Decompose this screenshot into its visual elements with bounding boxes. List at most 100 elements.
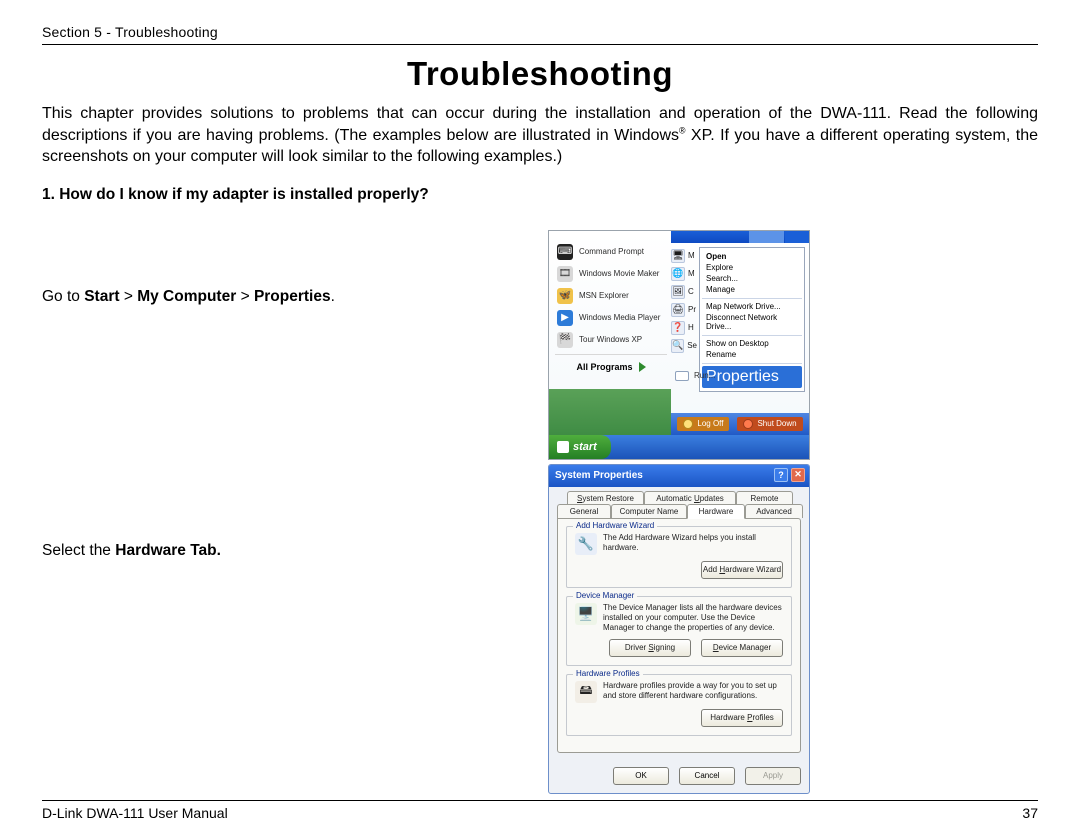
help-button[interactable]: ?: [774, 468, 788, 482]
hardware-profiles-button[interactable]: Hardware Profiles: [701, 709, 783, 727]
intro-paragraph: This chapter provides solutions to probl…: [42, 103, 1038, 168]
dialog-title-text: System Properties: [555, 470, 643, 481]
place-icon: 🔍: [671, 339, 684, 353]
tab-remote[interactable]: Remote: [736, 491, 793, 505]
start-menu-item[interactable]: 🎞 Windows Movie Maker: [555, 263, 667, 285]
context-menu-item[interactable]: Manage: [702, 284, 802, 295]
group-title: Hardware Profiles: [573, 669, 643, 678]
context-menu-item[interactable]: Explore: [702, 262, 802, 273]
places-item[interactable]: 🖼C: [671, 283, 697, 301]
start-menu-item-label: Windows Media Player: [579, 313, 660, 322]
page-number: 37: [1022, 805, 1038, 821]
tab-panel-hardware: Add Hardware Wizard 🔧 The Add Hardware W…: [557, 518, 801, 753]
start-menu-item-label: MSN Explorer: [579, 291, 629, 300]
group-title: Add Hardware Wizard: [573, 521, 657, 530]
footer-left: D-Link DWA-111 User Manual: [42, 805, 228, 821]
start-menu-item-label: Windows Movie Maker: [579, 269, 659, 278]
tab-computer-name[interactable]: Computer Name: [611, 504, 687, 518]
start-button[interactable]: start: [549, 435, 611, 459]
context-menu-item[interactable]: Map Network Drive...: [702, 301, 802, 312]
start-menu-left-pane: ⌨ Command Prompt 🎞 Windows Movie Maker 🦋 MSN …: [555, 241, 667, 378]
start-menu-item-label: Tour Windows XP: [579, 335, 642, 344]
app-icon: 🎞: [557, 266, 573, 282]
place-icon: ❓: [671, 321, 685, 335]
dialog-footer: OK Cancel Apply: [549, 761, 809, 793]
divider: [702, 363, 802, 364]
shutdown-button[interactable]: Shut Down: [737, 417, 802, 431]
place-icon: 🖥: [671, 249, 685, 263]
context-menu-item[interactable]: Rename: [702, 349, 802, 360]
app-icon: 🦋: [557, 288, 573, 304]
logoff-icon: [683, 419, 693, 429]
desktop-wallpaper: [549, 389, 671, 435]
chevron-right-icon: [639, 362, 646, 372]
places-item[interactable]: 🌐M: [671, 265, 697, 283]
start-menu-item-label: Command Prompt: [579, 247, 644, 256]
context-menu-item-properties[interactable]: Properties: [702, 366, 802, 388]
dialog-titlebar: System Properties ? ✕: [549, 465, 809, 487]
context-menu-item[interactable]: Search...: [702, 273, 802, 284]
hardware-profiles-icon: 🖴: [575, 681, 597, 703]
divider: [702, 335, 802, 336]
close-button[interactable]: ✕: [791, 468, 805, 482]
places-item[interactable]: 🔍Se: [671, 337, 697, 355]
place-icon: 🖨: [671, 303, 685, 317]
titlebar-segment: [749, 231, 784, 243]
tab-hardware[interactable]: Hardware: [687, 504, 745, 519]
divider: [555, 354, 667, 355]
app-icon: ⌨: [557, 244, 573, 260]
places-item[interactable]: 🖨Pr: [671, 301, 697, 319]
section-header: Section 5 - Troubleshooting: [42, 24, 1038, 40]
tab-advanced[interactable]: Advanced: [745, 504, 803, 518]
tab-automatic-updates[interactable]: Automatic Updates: [644, 491, 736, 505]
titlebar-segment: [785, 231, 809, 243]
add-hardware-wizard-button[interactable]: Add Hardware Wizard: [701, 561, 783, 579]
group-title: Device Manager: [573, 591, 637, 600]
context-icon-strip: 🖥M🌐M🖼C🖨Pr❓H🔍Se: [671, 247, 697, 355]
hardware-wizard-icon: 🔧: [575, 533, 597, 555]
tab-system-restore[interactable]: System Restore: [567, 491, 644, 505]
driver-signing-button[interactable]: Driver Signing: [609, 639, 691, 657]
app-icon: 🏁: [557, 332, 573, 348]
shutdown-icon: [743, 419, 753, 429]
group-text: The Device Manager lists all the hardwar…: [603, 603, 783, 633]
device-manager-icon: 🖥️: [575, 603, 597, 625]
tab-general[interactable]: General: [557, 504, 611, 518]
windows-logo-icon: [557, 441, 569, 453]
screenshot-start-menu: ⌨ Command Prompt 🎞 Windows Movie Maker 🦋 MSN …: [548, 230, 810, 460]
group-add-hardware-wizard: Add Hardware Wizard 🔧 The Add Hardware W…: [566, 526, 792, 588]
question-1: 1. How do I know if my adapter is instal…: [42, 186, 1038, 204]
places-item[interactable]: 🖥M: [671, 247, 697, 265]
step-1-text: Go to Start > My Computer > Properties.: [42, 288, 512, 306]
all-programs-item[interactable]: All Programs: [555, 356, 667, 378]
run-item[interactable]: Run...: [675, 371, 715, 381]
place-icon: 🖼: [671, 285, 685, 299]
ok-button[interactable]: OK: [613, 767, 669, 785]
start-menu-footer: Log Off Shut Down: [671, 413, 809, 435]
run-icon: [675, 371, 689, 381]
context-menu-item[interactable]: Disconnect Network Drive...: [702, 312, 802, 332]
page-title: Troubleshooting: [42, 55, 1038, 93]
app-icon: ▶: [557, 310, 573, 326]
start-menu-item[interactable]: 🦋 MSN Explorer: [555, 285, 667, 307]
group-device-manager: Device Manager 🖥️ The Device Manager lis…: [566, 596, 792, 666]
divider: [702, 298, 802, 299]
start-menu-item[interactable]: 🏁 Tour Windows XP: [555, 329, 667, 351]
context-menu-item[interactable]: Show on Desktop: [702, 338, 802, 349]
group-text: The Add Hardware Wizard helps you instal…: [603, 533, 783, 553]
page-footer: D-Link DWA-111 User Manual 37: [42, 801, 1038, 821]
group-text: Hardware profiles provide a way for you …: [603, 681, 783, 701]
place-icon: 🌐: [671, 267, 685, 281]
all-programs-label: All Programs: [576, 362, 632, 372]
context-menu-item[interactable]: Open: [702, 251, 802, 262]
tab-strip: System Restore Automatic Updates Remote …: [557, 491, 801, 519]
cancel-button[interactable]: Cancel: [679, 767, 735, 785]
taskbar: start: [549, 435, 809, 459]
device-manager-button[interactable]: Device Manager: [701, 639, 783, 657]
screenshot-system-properties: System Properties ? ✕ System Restore Aut…: [548, 464, 810, 794]
places-item[interactable]: ❓H: [671, 319, 697, 337]
start-menu-item[interactable]: ▶ Windows Media Player: [555, 307, 667, 329]
logoff-button[interactable]: Log Off: [677, 417, 729, 431]
start-menu-item[interactable]: ⌨ Command Prompt: [555, 241, 667, 263]
group-hardware-profiles: Hardware Profiles 🖴 Hardware profiles pr…: [566, 674, 792, 736]
